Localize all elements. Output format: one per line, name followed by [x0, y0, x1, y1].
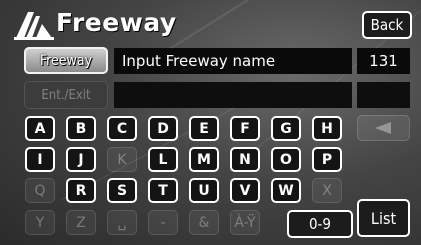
- key-button[interactable]: V: [230, 178, 260, 203]
- key-button[interactable]: X: [312, 178, 342, 203]
- key-button[interactable]: À-Ÿ: [230, 210, 260, 235]
- entexit-count: [357, 82, 410, 108]
- match-count: 131: [357, 48, 410, 74]
- key-button[interactable]: M: [189, 147, 219, 172]
- key-button[interactable]: Z: [66, 210, 96, 235]
- page-title: Freeway: [56, 8, 177, 37]
- key-button[interactable]: N: [230, 147, 260, 172]
- key-button[interactable]: B: [66, 116, 96, 141]
- key-button[interactable]: S: [107, 178, 137, 203]
- key-button[interactable]: &: [189, 210, 219, 235]
- key-button[interactable]: G: [271, 116, 301, 141]
- key-button[interactable]: W: [271, 178, 301, 203]
- key-button[interactable]: I: [25, 147, 55, 172]
- key-button[interactable]: K: [107, 147, 137, 172]
- key-button[interactable]: A: [25, 116, 55, 141]
- key-button[interactable]: C: [107, 116, 137, 141]
- key-button[interactable]: U: [189, 178, 219, 203]
- screen: Freeway Back Freeway Input Freeway name …: [0, 0, 421, 245]
- freeway-logo-icon: [14, 12, 54, 40]
- key-button[interactable]: -: [148, 210, 178, 235]
- key-button[interactable]: E: [189, 116, 219, 141]
- key-button[interactable]: Y: [25, 210, 55, 235]
- key-button[interactable]: F: [230, 116, 260, 141]
- key-button[interactable]: T: [148, 178, 178, 203]
- key-button[interactable]: O: [271, 147, 301, 172]
- back-button[interactable]: Back: [362, 11, 412, 39]
- entexit-button[interactable]: Ent./Exit: [24, 81, 108, 109]
- freeway-button[interactable]: Freeway: [24, 47, 108, 74]
- key-button[interactable]: J: [66, 147, 96, 172]
- key-button[interactable]: L: [148, 147, 178, 172]
- key-button[interactable]: Q: [25, 178, 55, 203]
- freeway-name-field[interactable]: Input Freeway name: [114, 48, 352, 74]
- list-button[interactable]: List: [357, 199, 410, 237]
- entexit-name-field[interactable]: [114, 82, 352, 108]
- key-button[interactable]: P: [312, 147, 342, 172]
- key-button[interactable]: H: [312, 116, 342, 141]
- numbers-button[interactable]: 0-9: [287, 210, 353, 238]
- key-button[interactable]: R: [66, 178, 96, 203]
- key-button[interactable]: D: [148, 116, 178, 141]
- key-button[interactable]: ␣: [107, 210, 137, 235]
- backspace-button[interactable]: [357, 115, 410, 141]
- backspace-arrow-icon: [374, 122, 391, 134]
